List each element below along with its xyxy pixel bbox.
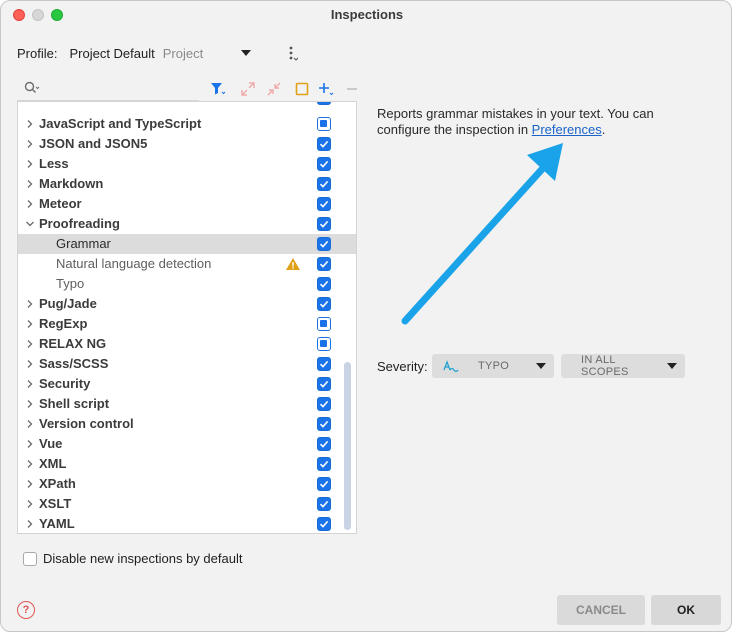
chevron-down-icon (536, 363, 546, 369)
disable-new-inspections-option[interactable]: Disable new inspections by default (23, 551, 242, 566)
severity-dropdown[interactable]: TYPO (432, 354, 554, 378)
inspections-dialog: Inspections Profile: Project Default Pro… (0, 0, 732, 632)
disable-new-checkbox[interactable] (23, 551, 37, 566)
scope-value: IN ALL SCOPES (581, 354, 629, 378)
ok-button[interactable]: OK (651, 595, 721, 625)
typo-wave-icon (443, 360, 459, 373)
annotation-arrow-icon (401, 143, 563, 325)
severity-row: Severity: (377, 354, 432, 378)
severity-label: Severity: (377, 358, 428, 374)
disable-new-label: Disable new inspections by default (43, 551, 243, 566)
help-icon[interactable]: ? (17, 601, 35, 619)
scope-dropdown[interactable]: IN ALL SCOPES (561, 354, 685, 378)
severity-value: TYPO (478, 360, 510, 372)
cancel-button[interactable]: CANCEL (557, 595, 645, 625)
chevron-down-icon (667, 363, 677, 369)
